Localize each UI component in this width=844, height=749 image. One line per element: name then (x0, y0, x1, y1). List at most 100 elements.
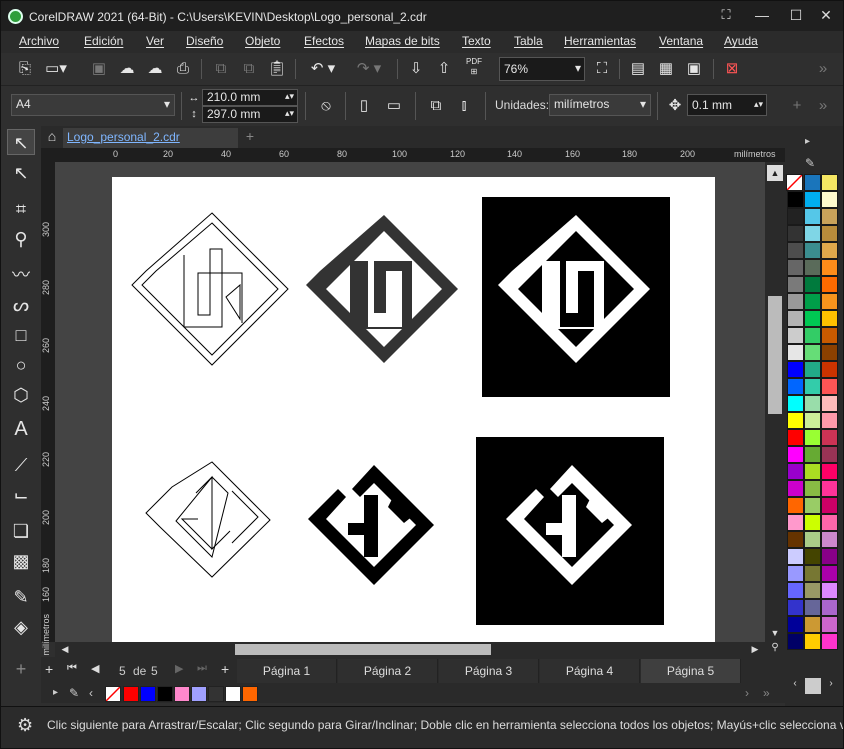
palette-color-swatch[interactable] (821, 463, 838, 480)
palette-color-swatch[interactable] (787, 191, 804, 208)
palette-color-swatch[interactable] (821, 565, 838, 582)
palette-color-swatch[interactable] (804, 191, 821, 208)
palette-color-swatch[interactable] (804, 361, 821, 378)
palette-color-swatch[interactable] (804, 480, 821, 497)
palette-color-swatch[interactable] (821, 480, 838, 497)
palette-color-swatch[interactable] (821, 497, 838, 514)
palette-color-swatch[interactable] (787, 242, 804, 259)
vertical-ruler[interactable]: 300 280 260 240 220 200 180 160 milímetr… (41, 162, 55, 656)
menu-texto[interactable]: Texto (462, 34, 491, 48)
shape-tool-icon[interactable]: ↖ (7, 160, 35, 186)
eyedropper-tool-icon[interactable]: ✎ (7, 584, 35, 610)
palette-color-swatch[interactable] (821, 514, 838, 531)
palette-color-swatch[interactable] (821, 582, 838, 599)
palette-color-swatch[interactable] (821, 225, 838, 242)
vertical-scroll-thumb[interactable] (768, 296, 782, 414)
page-tab-3[interactable]: Página 3 (439, 659, 539, 683)
menu-mapas-de-bits[interactable]: Mapas de bits (365, 34, 440, 48)
palette-color-swatch[interactable] (804, 225, 821, 242)
landscape-icon[interactable]: ▭ (383, 96, 405, 116)
palette-color-swatch[interactable] (804, 344, 821, 361)
transparency-tool-icon[interactable]: ▩ (7, 548, 35, 574)
palette-color-swatch[interactable] (821, 293, 838, 310)
horizontal-ruler[interactable]: 0 20 40 60 80 100 120 140 160 180 200 mi… (41, 148, 785, 162)
freehand-tool-icon[interactable]: 〰 (7, 262, 35, 288)
publish-pdf-icon[interactable]: PDF ⊞ (461, 57, 487, 77)
snap-off-icon[interactable]: ⊠ (721, 59, 743, 79)
palette-scroll-right-icon[interactable]: › (823, 678, 839, 694)
palette-scroll-right-icon[interactable]: › (745, 686, 749, 700)
maximize-button[interactable]: ☐ (787, 7, 805, 23)
paste-icon[interactable]: 📋︎ (267, 59, 287, 79)
palette-color-swatch[interactable] (787, 616, 804, 633)
logo-filled-5[interactable] (308, 465, 434, 585)
ellipse-tool-icon[interactable]: ○ (7, 352, 35, 378)
palette-color-swatch[interactable] (804, 531, 821, 548)
palette-color-swatch[interactable] (821, 174, 838, 191)
palette-color-swatch[interactable] (804, 429, 821, 446)
palette-color-swatch[interactable] (821, 378, 838, 395)
zoom-navigator-icon[interactable]: ⚲ (767, 642, 783, 656)
palette-color-swatch[interactable] (804, 174, 821, 191)
palette-color-swatch[interactable] (787, 599, 804, 616)
page-height-field[interactable]: 297.0 mm ▴▾ (202, 106, 298, 123)
palette-color-swatch[interactable] (787, 395, 804, 412)
redo-icon[interactable]: ↷ ▾ (351, 59, 387, 79)
undo-icon[interactable]: ↶ ▾ (305, 59, 341, 79)
palette-color-swatch[interactable] (821, 310, 838, 327)
palette-color-swatch[interactable] (787, 293, 804, 310)
portrait-icon[interactable]: ▯ (353, 96, 375, 116)
palette-color-swatch[interactable] (821, 599, 838, 616)
document-swatch[interactable] (225, 686, 241, 702)
palette-color-swatch[interactable] (821, 633, 838, 650)
nudge-distance-field[interactable]: 0.1 mm ▴▾ (687, 94, 767, 116)
palette-color-swatch[interactable] (821, 361, 838, 378)
palette-color-swatch[interactable] (804, 565, 821, 582)
palette-color-swatch[interactable] (804, 208, 821, 225)
palette-color-swatch[interactable] (787, 480, 804, 497)
drawing-canvas[interactable] (55, 162, 765, 642)
last-page-icon[interactable]: ⏭ (197, 662, 211, 675)
palette-color-swatch[interactable] (821, 276, 838, 293)
document-tab[interactable]: Logo_personal_2.cdr (63, 128, 238, 148)
palette-color-swatch[interactable] (787, 429, 804, 446)
quick-customize-icon[interactable]: + (7, 656, 35, 682)
scroll-right-icon[interactable]: ▶ (747, 642, 763, 657)
import-icon[interactable]: ⇩ (405, 59, 427, 79)
account-icon[interactable]: ⛶ (717, 7, 735, 23)
palette-color-swatch[interactable] (804, 633, 821, 650)
page-tab-1[interactable]: Página 1 (237, 659, 337, 683)
polygon-tool-icon[interactable]: ⬡ (7, 382, 35, 408)
logo-inverted-3[interactable] (482, 197, 670, 397)
palette-color-swatch[interactable] (787, 310, 804, 327)
palette-expand-icon[interactable]: » (763, 686, 770, 700)
document-swatch[interactable] (174, 686, 190, 702)
palette-scroll-left-icon[interactable]: ‹ (787, 678, 803, 694)
interactive-fill-tool-icon[interactable]: ◈ (7, 614, 35, 640)
minimize-button[interactable]: — (753, 7, 771, 23)
palette-color-swatch[interactable] (804, 582, 821, 599)
palette-color-swatch[interactable] (821, 344, 838, 361)
palette-scroll-thumb[interactable] (805, 678, 821, 694)
eyedropper-icon[interactable]: ✎ (69, 686, 79, 700)
palette-color-swatch[interactable] (787, 514, 804, 531)
menu-diseno[interactable]: Diseño (186, 34, 223, 48)
palette-color-swatch[interactable] (821, 208, 838, 225)
palette-color-swatch[interactable] (787, 344, 804, 361)
palette-color-swatch[interactable] (821, 327, 838, 344)
palette-color-swatch[interactable] (787, 276, 804, 293)
full-screen-preview-icon[interactable]: ⛶ (591, 59, 613, 79)
document-swatch[interactable] (123, 686, 139, 702)
print-icon[interactable]: ⎙ (173, 59, 193, 79)
new-document-icon[interactable]: ⎘ (15, 59, 35, 79)
palette-color-swatch[interactable] (787, 259, 804, 276)
palette-color-swatch[interactable] (821, 395, 838, 412)
menu-ventana[interactable]: Ventana (659, 34, 703, 48)
show-rulers-icon[interactable]: ▤ (627, 59, 649, 79)
palette-color-swatch[interactable] (821, 446, 838, 463)
palette-color-swatch[interactable] (804, 378, 821, 395)
palette-color-swatch[interactable] (821, 531, 838, 548)
page-width-field[interactable]: 210.0 mm ▴▾ (202, 89, 298, 106)
no-color-swatch[interactable] (786, 174, 803, 191)
palette-scroll-left-icon[interactable]: ‹ (89, 686, 93, 700)
